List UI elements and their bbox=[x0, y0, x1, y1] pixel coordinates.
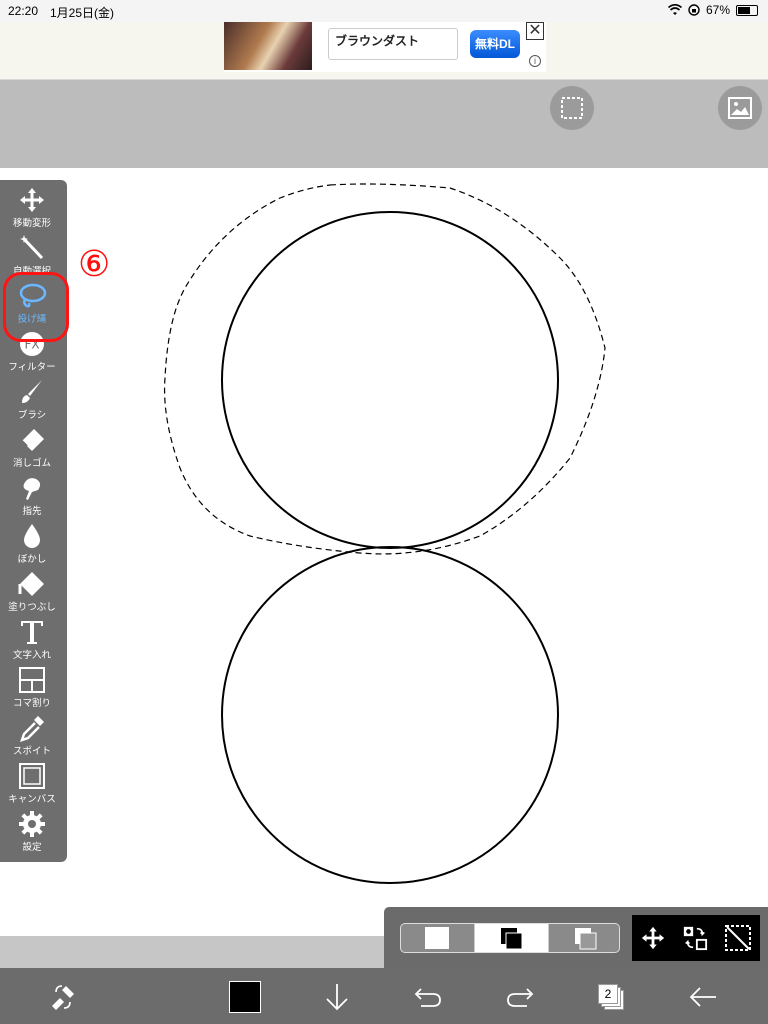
swap-tool-button[interactable] bbox=[46, 980, 80, 1014]
drawing-canvas[interactable] bbox=[0, 168, 768, 936]
battery-fill bbox=[738, 6, 751, 14]
selection-button[interactable] bbox=[550, 86, 594, 130]
tool-label: 文字入れ bbox=[12, 650, 51, 661]
selection-icon bbox=[561, 97, 583, 119]
ad-thumbnail[interactable] bbox=[224, 22, 312, 70]
back-button[interactable] bbox=[686, 980, 720, 1014]
download-icon bbox=[326, 984, 348, 1011]
status-time: 22:20 bbox=[8, 4, 39, 18]
magic-wand-icon bbox=[20, 235, 44, 260]
tool-eyedropper[interactable]: スポイト bbox=[0, 714, 64, 762]
tool-label: 移動変形 bbox=[12, 218, 51, 229]
annotation-highlight-ring bbox=[3, 272, 69, 342]
subtract-selection-button[interactable] bbox=[549, 924, 619, 952]
eyedropper-icon bbox=[20, 716, 44, 742]
tool-eraser[interactable]: 消しゴム bbox=[0, 426, 64, 474]
blur-drop-icon bbox=[24, 524, 40, 548]
finger-icon bbox=[23, 478, 41, 500]
invert-selection-icon[interactable] bbox=[682, 925, 708, 951]
color-swatch-button[interactable] bbox=[228, 980, 262, 1014]
battery-icon bbox=[736, 4, 758, 16]
tool-label: 消しゴム bbox=[12, 458, 51, 469]
tool-label: フィルター bbox=[8, 362, 56, 373]
tool-label: 指先 bbox=[22, 506, 42, 517]
close-icon[interactable]: ✕ bbox=[526, 22, 544, 40]
battery-percent: 67% bbox=[705, 3, 730, 17]
tool-frame-divider[interactable]: コマ割り bbox=[0, 666, 64, 714]
canvas-artwork[interactable] bbox=[0, 168, 768, 936]
tool-label: キャンバス bbox=[8, 794, 56, 805]
text-icon bbox=[21, 621, 43, 644]
download-button[interactable] bbox=[320, 980, 354, 1014]
ad-title[interactable]: ブラウンダスト bbox=[328, 28, 458, 60]
gear-icon bbox=[19, 811, 45, 837]
tool-brush[interactable]: ブラシ bbox=[0, 378, 64, 426]
tool-fill[interactable]: 塗りつぶし bbox=[0, 570, 64, 618]
subtract-selection-icon bbox=[575, 928, 597, 950]
image-button[interactable] bbox=[718, 86, 762, 130]
redo-icon bbox=[507, 988, 534, 1007]
color-swatch bbox=[229, 981, 261, 1013]
tool-blur[interactable]: ぼかし bbox=[0, 522, 64, 570]
undo-icon bbox=[414, 988, 441, 1007]
layers-icon: 2 bbox=[598, 984, 624, 1010]
layer-count: 2 bbox=[604, 987, 612, 1001]
tool-label: ぼかし bbox=[17, 554, 47, 565]
clear-selection-icon[interactable] bbox=[724, 924, 752, 952]
layers-button[interactable]: 2 bbox=[594, 980, 628, 1014]
tool-label: スポイト bbox=[12, 746, 51, 757]
tool-label: ブラシ bbox=[17, 410, 47, 421]
status-bar: 22:20 1月25日(金) 67% bbox=[0, 0, 768, 22]
wifi-icon bbox=[667, 4, 682, 15]
tool-text[interactable]: 文字入れ bbox=[0, 618, 64, 666]
ad-banner[interactable]: ブラウンダスト 無料DL ✕ i bbox=[224, 22, 546, 72]
info-icon[interactable]: i bbox=[529, 55, 541, 67]
lower-circle bbox=[221, 546, 559, 884]
canvas-icon bbox=[19, 763, 45, 789]
tool-settings[interactable]: 設定 bbox=[0, 810, 64, 858]
move-selection-icon[interactable] bbox=[640, 925, 666, 951]
annotation-step-number: ⑥ bbox=[78, 244, 111, 285]
tool-canvas[interactable]: キャンバス bbox=[0, 762, 64, 810]
lasso-selection-outline bbox=[164, 183, 606, 555]
bottom-bar: 2 bbox=[0, 968, 768, 1024]
bucket-icon bbox=[18, 572, 44, 596]
eraser-icon bbox=[21, 429, 44, 451]
new-selection-button[interactable] bbox=[401, 924, 475, 952]
tool-label: コマ割り bbox=[12, 698, 51, 709]
image-icon bbox=[728, 97, 752, 119]
tool-label: 設定 bbox=[22, 842, 42, 853]
rotation-lock-icon bbox=[688, 4, 700, 16]
status-right: 67% bbox=[667, 3, 758, 17]
frame-divider-icon bbox=[19, 667, 45, 693]
upper-circle bbox=[221, 211, 559, 549]
undo-button[interactable] bbox=[411, 980, 445, 1014]
selection-mode-group bbox=[400, 923, 620, 953]
new-selection-icon bbox=[425, 927, 449, 949]
add-selection-button[interactable] bbox=[475, 924, 549, 952]
tool-label: 塗りつぶし bbox=[8, 602, 56, 613]
selection-actions bbox=[632, 915, 760, 961]
top-toolbar bbox=[0, 80, 768, 168]
swap-tool-icon bbox=[52, 985, 74, 1010]
move-icon bbox=[20, 188, 44, 212]
add-selection-icon bbox=[501, 928, 523, 950]
ad-area: ブラウンダスト 無料DL ✕ i bbox=[0, 22, 768, 80]
brush-icon bbox=[22, 380, 42, 403]
ad-download-button[interactable]: 無料DL bbox=[470, 30, 520, 58]
selection-panel bbox=[384, 907, 768, 968]
back-icon bbox=[689, 987, 716, 1007]
status-date: 1月25日(金) bbox=[50, 6, 115, 20]
redo-button[interactable] bbox=[503, 980, 537, 1014]
app-root: 22:20 1月25日(金) 67% ブラウンダスト 無料DL ✕ i 移動変形… bbox=[0, 0, 768, 1024]
tool-move-transform[interactable]: 移動変形 bbox=[0, 186, 64, 234]
tool-finger[interactable]: 指先 bbox=[0, 474, 64, 522]
